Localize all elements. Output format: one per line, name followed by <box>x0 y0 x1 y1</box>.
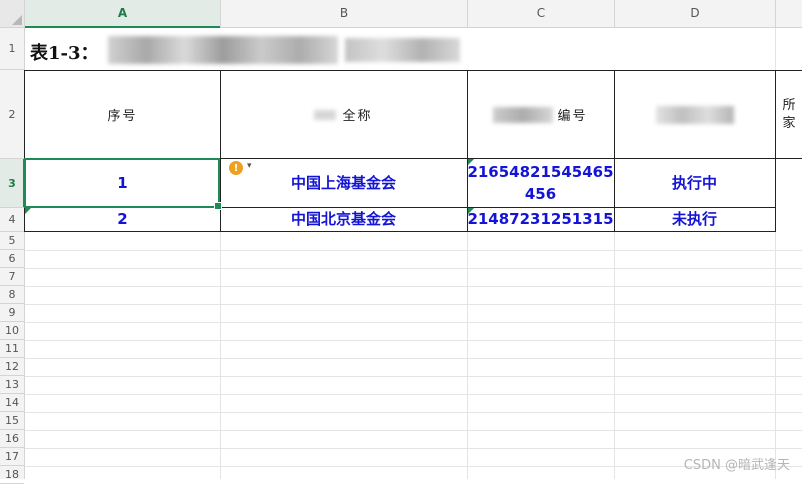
row-header[interactable]: 6 <box>0 250 24 268</box>
select-all-corner[interactable] <box>0 0 25 27</box>
row-header[interactable]: 8 <box>0 286 24 304</box>
column-header-c[interactable]: C <box>468 0 615 27</box>
row-header-active[interactable]: 3 <box>0 159 25 208</box>
name-value: 中国上海基金会 <box>290 173 396 192</box>
row-header[interactable]: 7 <box>0 268 24 286</box>
fill-handle[interactable] <box>214 202 222 210</box>
seq-cell[interactable]: 2 <box>24 207 221 232</box>
row-header[interactable]: 11 <box>0 340 24 358</box>
column-header-e[interactable] <box>776 0 802 27</box>
name-cell[interactable]: 中国上海基金会 <box>220 158 468 208</box>
row-header[interactable]: 2 <box>0 70 24 159</box>
header-seq-cell[interactable]: 序号 <box>24 70 221 159</box>
chevron-down-icon[interactable]: ▾ <box>247 161 252 171</box>
seq-value: 2 <box>117 210 128 228</box>
row-header[interactable]: 18 <box>0 466 24 484</box>
row-header[interactable]: 12 <box>0 358 24 376</box>
column-header-bar: A B C D <box>0 0 802 28</box>
row-header[interactable]: 14 <box>0 394 24 412</box>
table-title: 表1-3： <box>30 43 99 64</box>
row-header[interactable]: 1 <box>0 28 24 70</box>
code-value: 21487231251315 <box>467 210 614 228</box>
row-header[interactable]: 15 <box>0 412 24 430</box>
warning-icon[interactable]: ! <box>229 161 243 175</box>
header-seq: 序号 <box>107 109 138 124</box>
name-value: 中国北京基金会 <box>290 210 396 228</box>
row-header-bar: 1 2 3 4 5 6 7 8 9 10 11 12 13 14 15 16 1… <box>0 28 25 484</box>
code-value: 21654821545465 456 <box>467 162 614 203</box>
header-extra-cell[interactable]: 所 家 <box>776 70 802 159</box>
column-header-a[interactable]: A <box>25 0 221 28</box>
header-name: 全称 <box>342 109 373 124</box>
spreadsheet: A B C D 1 2 3 4 5 6 7 8 9 10 11 12 13 14… <box>0 0 802 484</box>
header-name-cell[interactable]: 全称 <box>220 70 468 159</box>
error-indicator-icon <box>468 159 474 165</box>
header-code: 编号 <box>557 109 588 124</box>
row-header[interactable]: 9 <box>0 304 24 322</box>
row-header[interactable]: 4 <box>0 208 24 232</box>
status-value: 执行中 <box>671 173 717 192</box>
redacted-title <box>108 36 338 64</box>
row-header[interactable]: 17 <box>0 448 24 466</box>
row-header[interactable]: 16 <box>0 430 24 448</box>
error-indicator-icon <box>468 208 474 214</box>
status-cell[interactable]: 执行中 <box>614 158 776 208</box>
row-header[interactable]: 13 <box>0 376 24 394</box>
header-status-cell[interactable] <box>614 70 776 159</box>
redacted-header <box>314 109 337 120</box>
code-cell[interactable]: 21654821545465 456 <box>467 158 615 208</box>
cell-selection[interactable] <box>24 158 222 210</box>
error-indicator-icon <box>25 208 31 214</box>
column-header-b[interactable]: B <box>221 0 468 27</box>
redacted-header <box>655 105 734 124</box>
column-header-d[interactable]: D <box>615 0 776 27</box>
row-header[interactable]: 5 <box>0 232 24 250</box>
header-extra: 所 家 <box>782 97 796 131</box>
name-cell[interactable]: 中国北京基金会 <box>220 207 468 232</box>
redacted-title-tail <box>345 38 460 62</box>
header-code-cell[interactable]: 编号 <box>467 70 615 159</box>
code-cell[interactable]: 21487231251315 <box>467 207 615 232</box>
redacted-header <box>493 106 554 123</box>
row-header[interactable]: 10 <box>0 322 24 340</box>
status-cell[interactable]: 未执行 <box>614 207 776 232</box>
status-value: 未执行 <box>671 210 717 228</box>
watermark: CSDN @暗武逢天 <box>683 458 790 473</box>
